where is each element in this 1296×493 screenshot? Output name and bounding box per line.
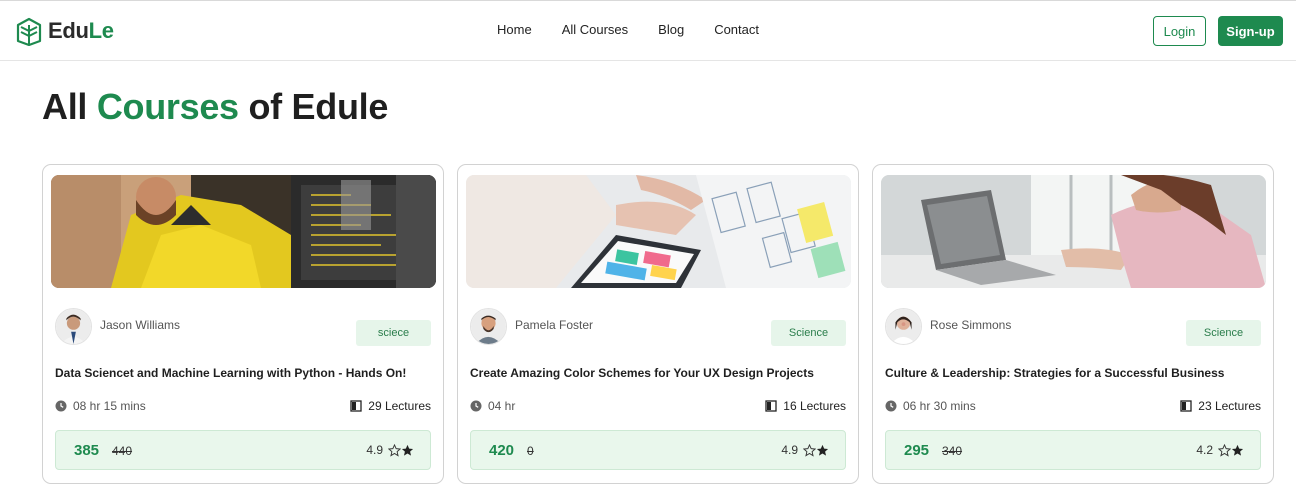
course-thumbnail[interactable]: [466, 175, 851, 288]
star-outline-icon: [388, 443, 401, 457]
site-header: EduLe Home All Courses Blog Contact Logi…: [0, 1, 1296, 61]
nav-contact[interactable]: Contact: [714, 22, 759, 37]
course-card[interactable]: Rose Simmons Science Culture & Leadershi…: [872, 164, 1274, 484]
course-duration: 08 hr 15 mins: [55, 399, 146, 413]
duration-text: 06 hr 30 mins: [903, 399, 976, 413]
author-name: Jason Williams: [100, 317, 181, 332]
price-bar: 420 0 4.9: [470, 430, 846, 470]
clock-icon: [55, 400, 67, 412]
course-old-price: 0: [527, 444, 534, 458]
brand-logo[interactable]: EduLe: [16, 15, 114, 47]
duration-text: 08 hr 15 mins: [73, 399, 146, 413]
course-price: 420: [489, 442, 515, 459]
author-avatar: [885, 308, 922, 345]
price-bar: 295 340 4.2: [885, 430, 1261, 470]
course-lectures: 23 Lectures: [1180, 399, 1261, 413]
price-bar: 385 440 4.9: [55, 430, 431, 470]
page-title-part3: of Edule: [238, 86, 389, 127]
main-nav: Home All Courses Blog Contact: [497, 22, 759, 37]
course-title[interactable]: Culture & Leadership: Strategies for a S…: [885, 366, 1224, 380]
signup-button[interactable]: Sign-up: [1218, 16, 1283, 46]
course-price: 385: [74, 442, 100, 459]
course-lectures: 29 Lectures: [350, 399, 431, 413]
rating-stars: [388, 443, 414, 457]
duration-text: 04 hr: [488, 399, 516, 413]
course-author[interactable]: Pamela Foster: [470, 308, 593, 345]
book-icon: [765, 400, 777, 412]
clock-icon: [885, 400, 897, 412]
brand-name-le: Le: [88, 18, 114, 43]
electrician-image: [51, 175, 436, 288]
brand-name-edu: Edu: [48, 18, 89, 43]
course-title[interactable]: Create Amazing Color Schemes for Your UX…: [470, 366, 814, 380]
rating-value: 4.2: [1196, 443, 1213, 457]
lectures-text: 23 Lectures: [1198, 399, 1261, 413]
course-author[interactable]: Rose Simmons: [885, 308, 1011, 345]
star-outline-icon: [1218, 443, 1231, 457]
page-title-part1: All: [42, 86, 97, 127]
rating-value: 4.9: [366, 443, 383, 457]
author-name: Rose Simmons: [930, 317, 1012, 332]
course-rating: 4.9: [366, 443, 414, 457]
star-filled-icon: [1231, 444, 1244, 456]
course-lectures: 16 Lectures: [765, 399, 846, 413]
category-badge[interactable]: Science: [1186, 320, 1261, 346]
course-author[interactable]: Jason Williams: [55, 308, 180, 345]
course-old-price: 440: [112, 444, 133, 458]
course-rating: 4.2: [1196, 443, 1244, 457]
category-badge[interactable]: Science: [771, 320, 846, 346]
page-title-accent: Courses: [96, 86, 239, 127]
rating-value: 4.9: [781, 443, 798, 457]
author-avatar: [55, 308, 92, 345]
lectures-text: 16 Lectures: [783, 399, 846, 413]
star-filled-icon: [816, 444, 829, 456]
login-button[interactable]: Login: [1153, 16, 1206, 46]
book-icon: [350, 400, 362, 412]
nav-all-courses[interactable]: All Courses: [562, 22, 628, 37]
lectures-text: 29 Lectures: [368, 399, 431, 413]
course-meta: 04 hr 16 Lectures: [470, 399, 846, 413]
course-card[interactable]: Pamela Foster Science Create Amazing Col…: [457, 164, 859, 484]
author-name: Pamela Foster: [515, 317, 594, 332]
course-rating: 4.9: [781, 443, 829, 457]
course-meta: 06 hr 30 mins 23 Lectures: [885, 399, 1261, 413]
laptop-work-image: [881, 175, 1266, 288]
clock-icon: [470, 400, 482, 412]
rating-stars: [1218, 443, 1244, 457]
book-logo-icon: [16, 17, 42, 46]
course-duration: 06 hr 30 mins: [885, 399, 976, 413]
brand-name: EduLe: [48, 18, 114, 44]
rating-stars: [803, 443, 829, 457]
page-title: All Courses of Edule: [42, 86, 388, 128]
course-old-price: 340: [942, 444, 963, 458]
book-icon: [1180, 400, 1192, 412]
course-thumbnail[interactable]: [51, 175, 436, 288]
nav-home[interactable]: Home: [497, 22, 532, 37]
course-meta: 08 hr 15 mins 29 Lectures: [55, 399, 431, 413]
course-thumbnail[interactable]: [881, 175, 1266, 288]
nav-blog[interactable]: Blog: [658, 22, 684, 37]
course-title[interactable]: Data Sciencet and Machine Learning with …: [55, 366, 406, 380]
category-badge[interactable]: sciece: [356, 320, 431, 346]
course-duration: 04 hr: [470, 399, 515, 413]
course-price: 295: [904, 442, 930, 459]
star-outline-icon: [803, 443, 816, 457]
author-avatar: [470, 308, 507, 345]
course-list: Jason Williams sciece Data Sciencet and …: [42, 164, 1274, 484]
course-card[interactable]: Jason Williams sciece Data Sciencet and …: [42, 164, 444, 484]
star-filled-icon: [401, 444, 414, 456]
ux-design-image: [466, 175, 851, 288]
